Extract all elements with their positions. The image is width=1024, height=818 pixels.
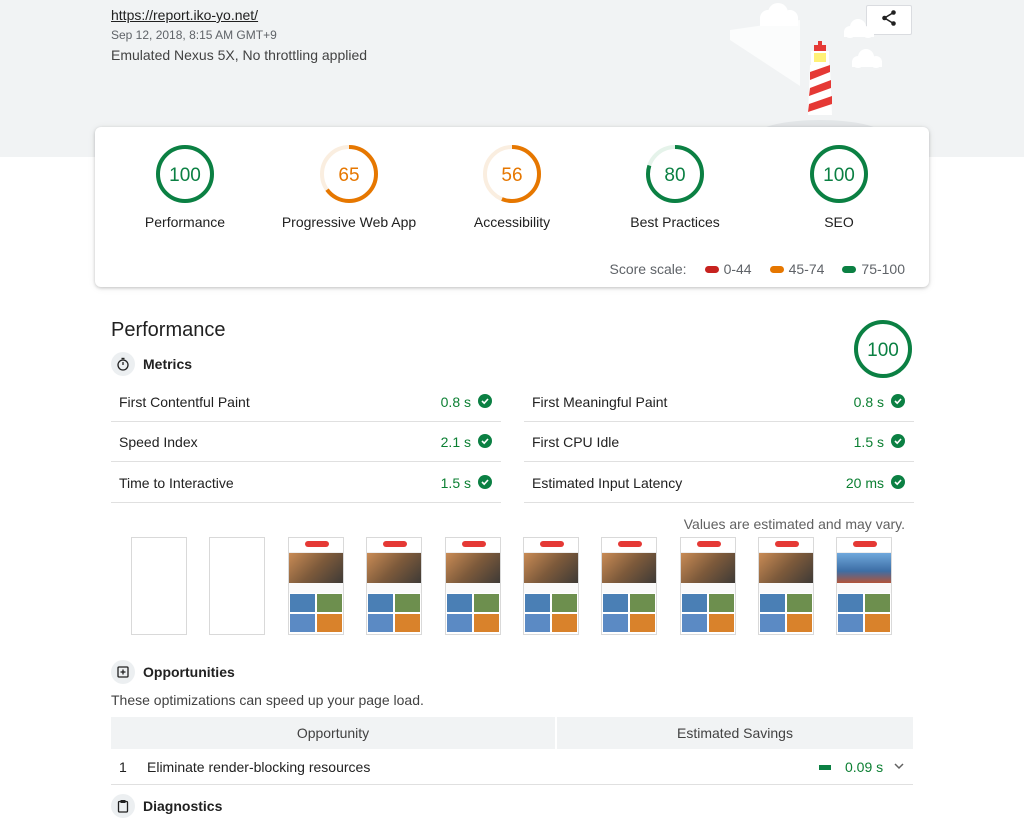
estimate-note: Values are estimated and may vary. bbox=[683, 516, 905, 532]
opportunity-savings: 0.09 s bbox=[845, 759, 884, 775]
metric-value: 0.8 s bbox=[853, 394, 884, 410]
filmstrip-frame bbox=[131, 537, 187, 635]
metric-value: 20 ms bbox=[845, 475, 884, 491]
gauge-ring: 80 bbox=[646, 145, 704, 203]
metric-name: First Meaningful Paint bbox=[532, 394, 668, 410]
savings-bar bbox=[819, 765, 831, 770]
scale-average-range: 45-74 bbox=[788, 261, 825, 277]
opportunity-number: 1 bbox=[119, 759, 127, 775]
filmstrip-frame bbox=[758, 537, 814, 635]
filmstrip-frame bbox=[601, 537, 657, 635]
score-scale-legend: Score scale: 0-44 45-74 75-100 bbox=[610, 261, 905, 277]
column-estimated-savings: Estimated Savings bbox=[557, 717, 913, 749]
gauge-label: Progressive Web App bbox=[281, 214, 417, 230]
average-chip-icon bbox=[769, 265, 784, 273]
opportunities-description: These optimizations can speed up your pa… bbox=[111, 692, 424, 708]
chevron-down-icon[interactable] bbox=[893, 759, 905, 775]
gauge-label: Best Practices bbox=[630, 214, 720, 230]
metric-name: Estimated Input Latency bbox=[532, 475, 683, 491]
metrics-group-header: Metrics bbox=[111, 352, 192, 376]
opportunity-row[interactable]: 1 Eliminate render-blocking resources 0.… bbox=[111, 750, 913, 785]
gauge-score: 80 bbox=[664, 165, 685, 186]
gauge-score: 56 bbox=[501, 165, 522, 186]
filmstrip-frame bbox=[445, 537, 501, 635]
performance-score-gauge: 100 bbox=[853, 319, 913, 384]
gauge-seo[interactable]: 100 SEO bbox=[757, 144, 921, 230]
opportunities-title: Opportunities bbox=[143, 664, 235, 680]
gauge-label: SEO bbox=[824, 214, 854, 230]
gauge-ring: 65 bbox=[320, 145, 378, 203]
gauge-best-practices[interactable]: 80 Best Practices bbox=[593, 144, 757, 230]
check-circle-icon bbox=[891, 434, 905, 448]
opportunities-group-header: Opportunities bbox=[111, 660, 235, 684]
filmstrip-frame bbox=[836, 537, 892, 635]
clipboard-icon bbox=[111, 794, 135, 818]
score-scale-title: Score scale: bbox=[609, 261, 687, 277]
metric-estimated-input-latency: Estimated Input Latency 20 ms bbox=[524, 463, 914, 503]
scale-fail-range: 0-44 bbox=[723, 261, 752, 277]
check-circle-icon bbox=[478, 434, 492, 448]
fail-chip-icon bbox=[704, 265, 719, 273]
gauge-pwa[interactable]: 65 Progressive Web App bbox=[267, 144, 431, 230]
metrics-title: Metrics bbox=[143, 356, 193, 372]
gauge-ring: 100 bbox=[810, 145, 868, 203]
metric-value: 2.1 s bbox=[440, 434, 471, 450]
lighthouse-illustration bbox=[700, 0, 920, 148]
opportunity-title: Eliminate render-blocking resources bbox=[147, 759, 371, 775]
gauge-accessibility[interactable]: 56 Accessibility bbox=[430, 144, 594, 230]
scale-pass-range: 75-100 bbox=[861, 261, 905, 277]
filmstrip-frame bbox=[288, 537, 344, 635]
metric-name: Speed Index bbox=[119, 434, 198, 450]
filmstrip-frame bbox=[366, 537, 422, 635]
metric-speed-index: Speed Index 2.1 s bbox=[111, 422, 501, 462]
gauge-label: Accessibility bbox=[473, 214, 551, 230]
diagnostics-title: Diagnostics bbox=[143, 798, 223, 814]
filmstrip-frame bbox=[523, 537, 579, 635]
report-device: Emulated Nexus 5X, No throttling applied bbox=[111, 47, 368, 63]
gauge-score: 100 bbox=[169, 165, 201, 186]
metric-first-cpu-idle: First CPU Idle 1.5 s bbox=[524, 422, 914, 462]
metric-first-contentful-paint: First Contentful Paint 0.8 s bbox=[111, 382, 501, 422]
metric-name: Time to Interactive bbox=[119, 475, 234, 491]
filmstrip-frame bbox=[680, 537, 736, 635]
check-circle-icon bbox=[891, 475, 905, 489]
gauge-score: 100 bbox=[823, 165, 855, 186]
column-opportunity: Opportunity bbox=[111, 717, 555, 749]
opportunity-icon bbox=[111, 660, 135, 684]
score-summary-card: 100 Performance 65 Progressive Web App 5… bbox=[95, 127, 929, 287]
check-circle-icon bbox=[478, 394, 492, 408]
gauge-performance[interactable]: 100 Performance bbox=[103, 144, 267, 230]
filmstrip-frame bbox=[209, 537, 265, 635]
check-circle-icon bbox=[891, 394, 905, 408]
gauge-ring: 56 bbox=[483, 145, 541, 203]
metric-name: First CPU Idle bbox=[532, 434, 620, 450]
report-url-link[interactable]: https://report.iko-yo.net/ bbox=[111, 7, 258, 23]
metric-value: 1.5 s bbox=[853, 434, 884, 450]
metric-value: 1.5 s bbox=[440, 475, 471, 491]
gauge-label: Performance bbox=[144, 214, 226, 230]
performance-score: 100 bbox=[867, 340, 899, 361]
metric-first-meaningful-paint: First Meaningful Paint 0.8 s bbox=[524, 382, 914, 422]
diagnostics-group-header: Diagnostics bbox=[111, 794, 222, 818]
metric-name: First Contentful Paint bbox=[119, 394, 250, 410]
report-datetime: Sep 12, 2018, 8:15 AM GMT+9 bbox=[111, 28, 277, 42]
gauge-ring: 100 bbox=[156, 145, 214, 203]
performance-section-title: Performance bbox=[111, 319, 226, 341]
opportunities-table-header: Opportunity Estimated Savings bbox=[111, 717, 913, 749]
check-circle-icon bbox=[478, 475, 492, 489]
metric-value: 0.8 s bbox=[440, 394, 471, 410]
metric-time-to-interactive: Time to Interactive 1.5 s bbox=[111, 463, 501, 503]
stopwatch-icon bbox=[111, 352, 135, 376]
pass-chip-icon bbox=[842, 265, 857, 273]
gauge-score: 65 bbox=[338, 165, 359, 186]
